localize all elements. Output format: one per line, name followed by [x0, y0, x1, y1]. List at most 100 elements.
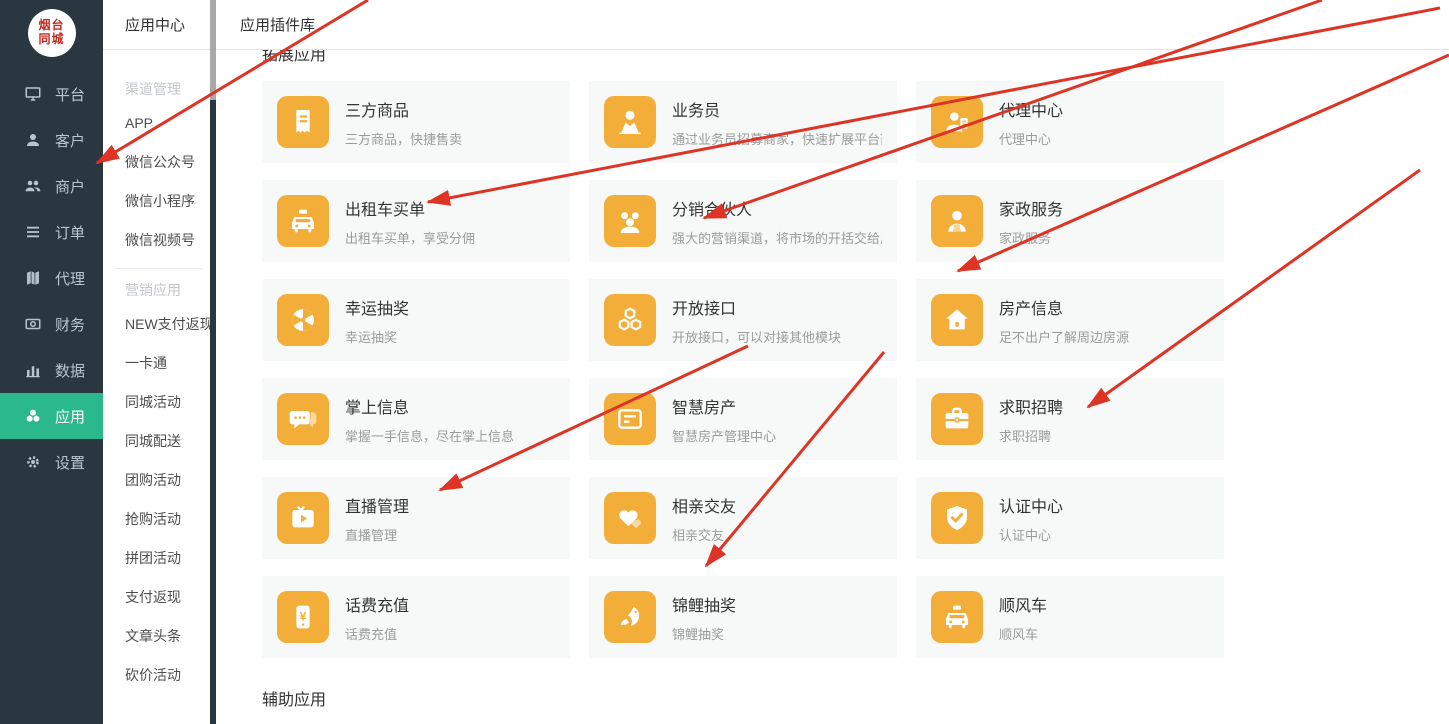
- dating-icon: [604, 492, 656, 544]
- card-title: 代理中心: [999, 102, 1064, 120]
- sidebar-item-agent[interactable]: 代理: [0, 255, 103, 301]
- menu-scrollbar-thumb[interactable]: [210, 0, 216, 100]
- app-card-smart-property[interactable]: 智慧房产 智慧房产管理中心: [589, 378, 897, 460]
- card-text: 分销合伙人 强大的营销渠道，将市场的开括交给用: [672, 196, 882, 247]
- card-text: 顺风车 顺风车: [999, 592, 1047, 643]
- app-card-rideshare-taxi[interactable]: 顺风车 顺风车: [916, 576, 1224, 658]
- card-text: 锦鲤抽奖 锦鲤抽奖: [672, 592, 736, 643]
- taxi-icon: [277, 195, 329, 247]
- menu-item[interactable]: 一卡通: [103, 344, 216, 383]
- card-title: 房产信息: [999, 300, 1064, 318]
- app-card-phone-recharge[interactable]: ¥ 话费充值 话费充值: [262, 576, 570, 658]
- card-title: 掌上信息: [345, 399, 410, 417]
- app-card-housekeeping[interactable]: 家政服务 家政服务: [916, 180, 1224, 262]
- sidebar-item-label: 商户: [55, 178, 86, 196]
- briefcase-icon: [931, 393, 983, 445]
- card-title: 顺风车: [999, 597, 1048, 615]
- card-title: 幸运抽奖: [345, 300, 410, 318]
- card-desc: 代理中心: [999, 131, 1052, 147]
- card-desc: 话费充值: [345, 626, 398, 642]
- sidebar-item-data[interactable]: 数据: [0, 347, 103, 393]
- tab-plugin-library[interactable]: 应用插件库: [240, 14, 315, 35]
- order-icon: [24, 223, 55, 241]
- card-desc: 认证中心: [999, 527, 1052, 543]
- shield-icon: [931, 492, 983, 544]
- sidebar-item-label: 财务: [55, 316, 86, 334]
- phone-recharge-icon: ¥: [277, 591, 329, 643]
- menu-item[interactable]: 团购活动: [103, 461, 216, 500]
- agent-center-icon: [931, 96, 983, 148]
- card-title: 三方商品: [345, 102, 410, 120]
- sidebar-item-settings[interactable]: 设置: [0, 439, 103, 485]
- right-area: 应用中心 应用插件库 渠道管理 APP 微信公众号 微信小程序 微信视频号 营销应用 NEW…: [103, 0, 1449, 724]
- sidebar-item-apps[interactable]: 应用: [0, 393, 103, 439]
- menu-item[interactable]: 文章头条: [103, 617, 216, 656]
- card-text: 幸运抽奖 幸运抽奖: [345, 295, 409, 346]
- app-card-receipt[interactable]: 三方商品三方商品，快捷售卖: [262, 81, 570, 163]
- app-card-live[interactable]: 直播管理 直播管理: [262, 477, 570, 559]
- card-text: 直播管理 直播管理: [345, 493, 409, 544]
- platform-icon: [24, 85, 55, 103]
- menu-item[interactable]: 抢购活动: [103, 500, 216, 539]
- sidebar-item-platform[interactable]: 平台: [0, 71, 103, 117]
- finance-icon: [24, 315, 55, 333]
- card-text: 相亲交友 相亲交友: [672, 493, 736, 544]
- chat-icon: [277, 393, 329, 445]
- menu-group-header: 营销应用: [125, 282, 181, 298]
- sidebar-item-finance[interactable]: 财务: [0, 301, 103, 347]
- menu-item[interactable]: 拼团活动: [103, 539, 216, 578]
- app-card-partners[interactable]: 分销合伙人 强大的营销渠道，将市场的开括交给用: [589, 180, 897, 262]
- app-card-lucky-draw[interactable]: 幸运抽奖 幸运抽奖: [262, 279, 570, 361]
- menu-item[interactable]: 微信视频号: [103, 221, 216, 260]
- card-desc: 相亲交友: [672, 527, 725, 543]
- lucky-draw-icon: [277, 294, 329, 346]
- menu-item[interactable]: 微信小程序: [103, 182, 216, 221]
- house-icon: [931, 294, 983, 346]
- app-window: 烟台 同城 平台 客户 商户 订单 代理 财务 数据 应用 设置 应用中心 应用插件库 渠道管理…: [0, 0, 1449, 724]
- settings-icon: [24, 453, 55, 471]
- card-title: 话费充值: [345, 597, 410, 615]
- sidebar-item-merchant[interactable]: 商户: [0, 163, 103, 209]
- app-card-salesman[interactable]: 业务员 通过业务员招募商家，快速扩展平台商: [589, 81, 897, 163]
- sidebar-item-order[interactable]: 订单: [0, 209, 103, 255]
- card-desc: 直播管理: [345, 527, 398, 543]
- card-title: 认证中心: [999, 498, 1064, 516]
- card-title: 家政服务: [999, 201, 1064, 219]
- app-card-api[interactable]: 开放接口 开放接口，可以对接其他模块: [589, 279, 897, 361]
- data-icon: [24, 361, 55, 379]
- sidebar-item-label: 设置: [55, 454, 86, 472]
- app-card-koi[interactable]: 锦鲤抽奖 锦鲤抽奖: [589, 576, 897, 658]
- card-text: 业务员 通过业务员招募商家，快速扩展平台商: [672, 97, 882, 148]
- live-icon: [277, 492, 329, 544]
- customer-icon: [24, 131, 55, 149]
- menu-item[interactable]: 微信公众号: [103, 143, 216, 182]
- menu-item[interactable]: 砍价活动: [103, 656, 216, 695]
- menu-item[interactable]: APP: [103, 104, 216, 143]
- app-card-agent-center[interactable]: 代理中心 代理中心: [916, 81, 1224, 163]
- card-text: 房产信息 足不出户了解周边房源: [999, 295, 1129, 346]
- housekeeping-icon: [931, 195, 983, 247]
- tab-app-center[interactable]: 应用中心: [103, 14, 216, 35]
- card-title: 出租车买单: [345, 201, 426, 219]
- menu-item[interactable]: NEW支付返现: [103, 305, 216, 344]
- app-card-chat[interactable]: 掌上信息 掌握一手信息，尽在掌上信息: [262, 378, 570, 460]
- card-desc: 三方商品，快捷售卖: [345, 131, 463, 147]
- menu-scrollbar-track[interactable]: [210, 0, 216, 724]
- app-card-briefcase[interactable]: 求职招聘 求职招聘: [916, 378, 1224, 460]
- card-desc: 家政服务: [999, 230, 1052, 246]
- logo-text-line2: 同城: [38, 32, 65, 46]
- sidebar-item-customer[interactable]: 客户: [0, 117, 103, 163]
- app-card-house[interactable]: 房产信息 足不出户了解周边房源: [916, 279, 1224, 361]
- app-card-taxi[interactable]: 出租车买单 出租车买单，享受分佣: [262, 180, 570, 262]
- menu-divider: [115, 268, 203, 269]
- card-text: 代理中心 代理中心: [999, 97, 1063, 148]
- menu-item[interactable]: 同城配送: [103, 422, 216, 461]
- card-title: 业务员: [672, 102, 721, 120]
- koi-icon: [604, 591, 656, 643]
- sidebar-item-label: 平台: [55, 86, 86, 104]
- app-card-dating[interactable]: 相亲交友 相亲交友: [589, 477, 897, 559]
- card-text: 家政服务 家政服务: [999, 196, 1063, 247]
- menu-item[interactable]: 支付返现: [103, 578, 216, 617]
- menu-item[interactable]: 同城活动: [103, 383, 216, 422]
- app-card-shield[interactable]: 认证中心 认证中心: [916, 477, 1224, 559]
